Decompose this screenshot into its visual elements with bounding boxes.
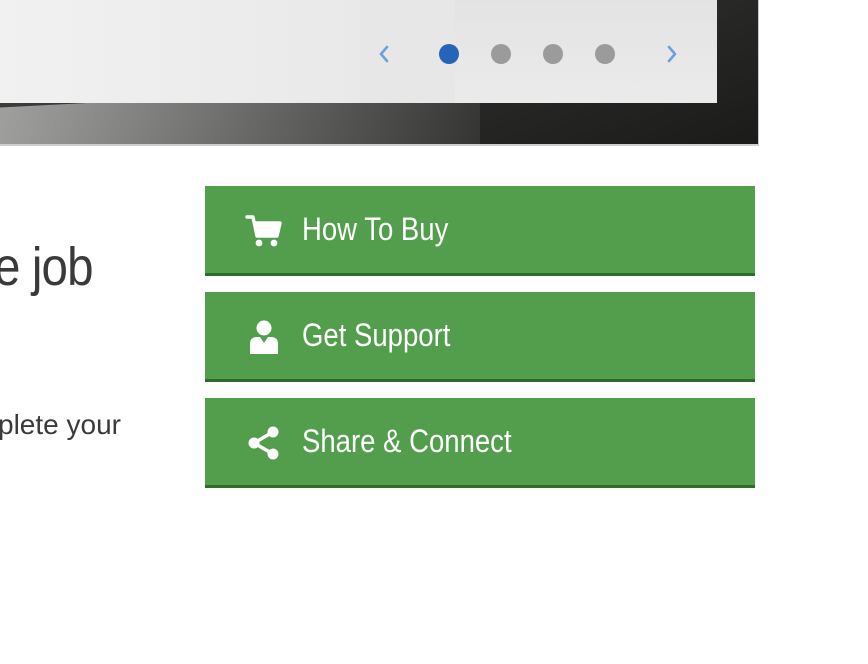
chevron-left-icon xyxy=(379,45,389,63)
get-support-label: Get Support xyxy=(302,317,451,353)
share-connect-label: Share & Connect xyxy=(302,423,512,459)
carousel-prev-button[interactable] xyxy=(372,40,396,68)
carousel-panel-image xyxy=(0,0,360,103)
section-heading: e job xyxy=(0,237,94,297)
get-support-button[interactable]: Get Support xyxy=(205,292,755,382)
shopping-cart-icon xyxy=(243,212,285,250)
carousel-dot-3[interactable] xyxy=(543,44,563,64)
hero-banner xyxy=(0,0,759,146)
carousel-next-button[interactable] xyxy=(660,40,684,68)
carousel-panel xyxy=(0,0,717,103)
chevron-right-icon xyxy=(667,45,677,63)
how-to-buy-label: How To Buy xyxy=(302,211,449,247)
share-connect-button[interactable]: Share & Connect xyxy=(205,398,755,488)
person-icon xyxy=(243,318,285,356)
section-body-text: plete your xyxy=(0,409,121,440)
carousel-dot-2[interactable] xyxy=(491,44,511,64)
share-icon xyxy=(243,424,285,462)
how-to-buy-button[interactable]: How To Buy xyxy=(205,186,755,276)
page: e job plete your How To Buy Get Support … xyxy=(0,0,868,664)
action-button-group: How To Buy Get Support Share & Connect xyxy=(205,186,755,504)
carousel-dot-1[interactable] xyxy=(439,44,459,64)
carousel-pagination xyxy=(439,44,615,64)
carousel-dot-4[interactable] xyxy=(595,44,615,64)
